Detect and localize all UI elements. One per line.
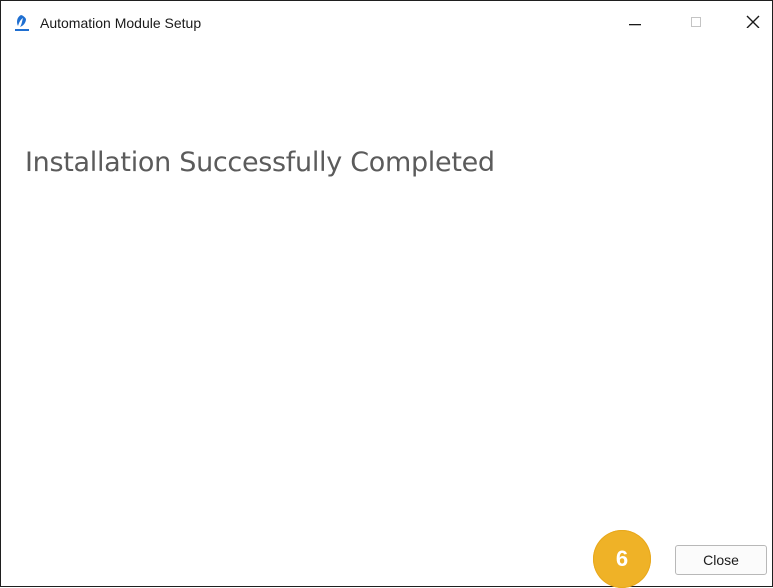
- setup-window: Automation Module Setup Installation Suc…: [0, 0, 773, 588]
- window-title: Automation Module Setup: [40, 15, 202, 31]
- completion-heading: Installation Successfully Completed: [25, 147, 495, 178]
- close-window-button[interactable]: [730, 1, 773, 43]
- close-icon: [745, 12, 761, 33]
- step-number-badge: 6: [593, 530, 651, 588]
- close-button[interactable]: Close: [675, 545, 767, 575]
- minimize-button[interactable]: [612, 1, 658, 43]
- maximize-button[interactable]: [673, 1, 719, 43]
- minimize-icon: [628, 13, 642, 32]
- title-bar[interactable]: Automation Module Setup: [1, 1, 772, 47]
- setup-app-icon: [13, 14, 31, 32]
- maximize-icon: [689, 13, 703, 32]
